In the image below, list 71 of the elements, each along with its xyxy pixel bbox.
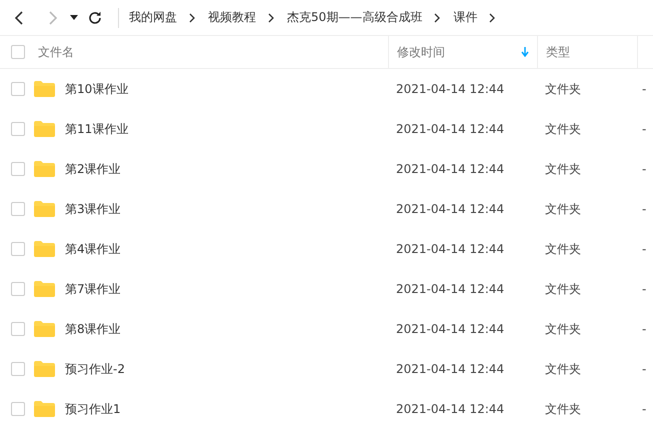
folder-icon <box>34 401 55 417</box>
chevron-left-icon <box>14 10 24 24</box>
caret-icon <box>70 15 78 20</box>
modified-time: 2021-04-14 12:44 <box>395 362 506 376</box>
row-checkbox[interactable] <box>11 242 25 256</box>
folder-icon <box>34 121 55 137</box>
row-checkbox[interactable] <box>11 402 25 416</box>
file-size: - <box>641 122 648 136</box>
column-header[interactable]: 修改时间 <box>388 36 537 68</box>
modified-time: 2021-04-14 12:44 <box>395 82 506 96</box>
modified-time: 2021-04-14 12:44 <box>395 242 506 256</box>
file-type: 文件夹 <box>544 320 582 338</box>
row-checkbox[interactable] <box>11 362 25 376</box>
chevron-icon <box>434 12 442 22</box>
file-size: - <box>641 282 648 296</box>
row-checkbox[interactable] <box>11 122 25 136</box>
row-checkbox[interactable] <box>11 202 25 216</box>
breadcrumb-link[interactable]: 课件 <box>453 9 478 26</box>
modified-time: 2021-04-14 12:44 <box>395 122 506 136</box>
file-size: - <box>641 162 648 176</box>
file-type: 文件夹 <box>544 120 582 138</box>
sort-arrow-icon <box>521 47 529 57</box>
select-all-checkbox[interactable] <box>11 45 25 59</box>
file-name[interactable]: 第7课作业 <box>65 280 121 298</box>
file-type: 文件夹 <box>544 200 582 218</box>
file-size: - <box>641 322 648 336</box>
file-type: 文件夹 <box>544 160 582 178</box>
breadcrumb-link[interactable]: 视频教程 <box>208 9 256 26</box>
modified-time: 2021-04-14 12:44 <box>395 322 506 336</box>
file-type: 文件夹 <box>544 280 582 298</box>
folder-icon <box>34 241 55 257</box>
file-name[interactable]: 第10课作业 <box>65 80 128 98</box>
file-type: 文件夹 <box>544 400 582 418</box>
modified-time: 2021-04-14 12:44 <box>395 202 506 216</box>
file-name[interactable]: 第11课作业 <box>65 120 128 138</box>
file-name[interactable]: 第2课作业 <box>65 160 121 178</box>
file-type: 文件夹 <box>544 360 582 378</box>
breadcrumb-link[interactable]: 我的网盘 <box>129 9 177 26</box>
row-checkbox[interactable] <box>11 282 25 296</box>
modified-time: 2021-04-14 12:44 <box>395 282 506 296</box>
folder-icon <box>34 161 55 177</box>
modified-time: 2021-04-14 12:44 <box>395 402 506 416</box>
file-size: - <box>641 202 648 216</box>
row-checkbox[interactable] <box>11 322 25 336</box>
row-checkbox[interactable] <box>11 162 25 176</box>
chevron-right-icon <box>48 10 58 24</box>
file-name[interactable]: 预习作业1 <box>65 400 121 418</box>
file-name[interactable]: 第3课作业 <box>65 200 121 218</box>
file-size: - <box>641 402 648 416</box>
file-type: 文件夹 <box>544 80 582 98</box>
folder-icon <box>34 321 55 337</box>
breadcrumb-link[interactable]: 杰克50期——高级合成班 <box>287 9 422 26</box>
folder-icon <box>34 361 55 377</box>
file-type: 文件夹 <box>544 240 582 258</box>
file-size: - <box>641 82 648 96</box>
file-name[interactable]: 预习作业-2 <box>65 360 125 378</box>
chevron-icon <box>189 12 196 22</box>
modified-time: 2021-04-14 12:44 <box>395 162 506 176</box>
column-header[interactable]: 类型 <box>537 36 637 68</box>
file-size: - <box>641 242 648 256</box>
file-name[interactable]: 第8课作业 <box>65 320 121 338</box>
chevron-icon <box>489 12 496 22</box>
column-header[interactable]: 文件名 <box>30 36 388 68</box>
file-size: - <box>641 362 648 376</box>
folder-icon <box>34 81 55 97</box>
refresh-icon <box>88 10 102 24</box>
folder-icon <box>34 281 55 297</box>
file-name[interactable]: 第4课作业 <box>65 240 121 258</box>
chevron-icon <box>268 12 275 22</box>
folder-icon <box>34 201 55 217</box>
row-checkbox[interactable] <box>11 82 25 96</box>
